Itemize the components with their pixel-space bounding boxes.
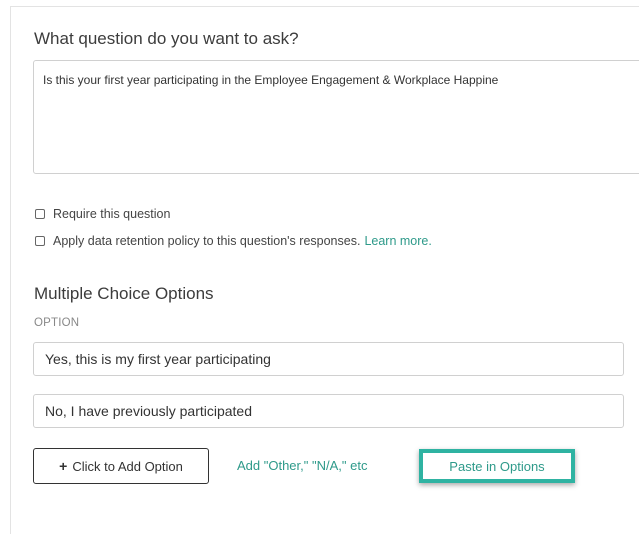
data-retention-checkbox[interactable]	[35, 236, 45, 246]
option-input-2[interactable]: No, I have previously participated	[33, 394, 624, 428]
option-input-1-value: Yes, this is my first year participating	[45, 351, 271, 367]
question-text-value: Is this your first year participating in…	[43, 73, 499, 87]
add-other-link[interactable]: Add "Other," "N/A," etc	[237, 458, 367, 473]
plus-icon: +	[59, 458, 68, 474]
require-question-checkbox[interactable]	[35, 209, 45, 219]
data-retention-label: Apply data retention policy to this ques…	[53, 234, 361, 248]
paste-in-options-button[interactable]: Paste in Options	[419, 449, 575, 483]
question-heading: What question do you want to ask?	[34, 29, 299, 48]
data-retention-row[interactable]: Apply data retention policy to this ques…	[35, 234, 432, 248]
add-option-button[interactable]: + Click to Add Option	[33, 448, 209, 484]
learn-more-link[interactable]: Learn more.	[364, 234, 431, 248]
option-input-2-value: No, I have previously participated	[45, 403, 252, 419]
option-input-1[interactable]: Yes, this is my first year participating	[33, 342, 624, 376]
require-question-label: Require this question	[53, 207, 171, 221]
require-question-row[interactable]: Require this question	[35, 207, 170, 221]
add-option-label: Click to Add Option	[72, 458, 183, 474]
option-column-label: OPTION	[34, 317, 80, 329]
question-editor-panel: What question do you want to ask? Is thi…	[10, 6, 639, 534]
paste-in-options-label: Paste in Options	[449, 458, 545, 474]
multiple-choice-heading: Multiple Choice Options	[34, 284, 214, 303]
question-text-input[interactable]: Is this your first year participating in…	[33, 60, 639, 174]
